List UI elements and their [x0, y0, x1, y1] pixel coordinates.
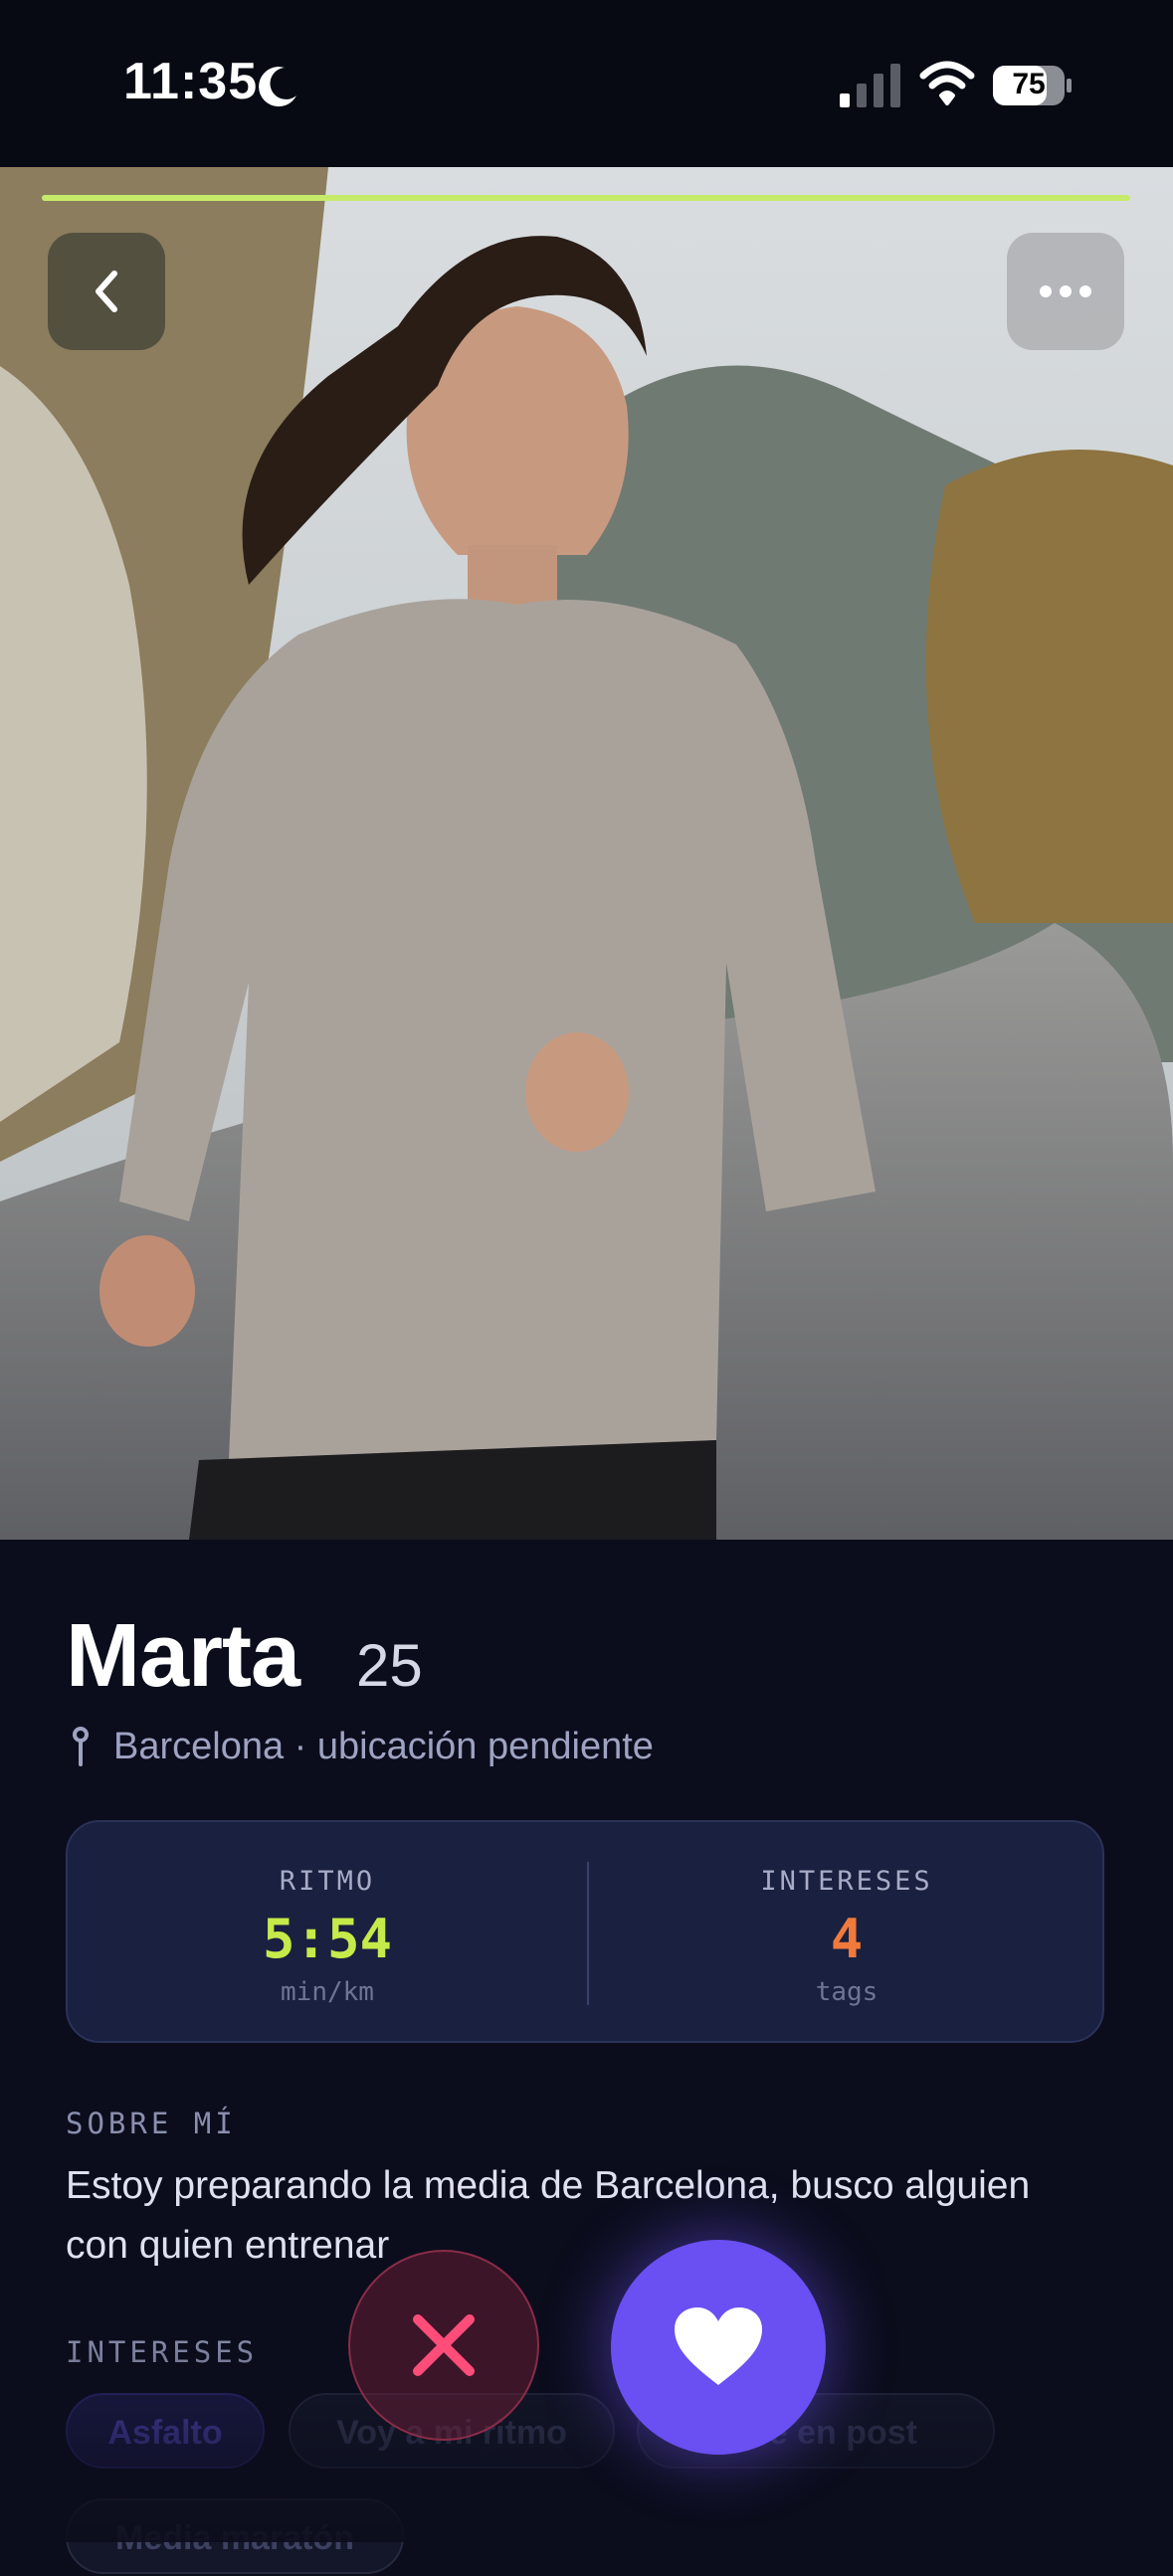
stat-unit: tags	[815, 1977, 879, 2007]
about-section-title: SOBRE MÍ	[66, 2107, 237, 2140]
chevron-left-icon	[96, 271, 117, 312]
interest-chip[interactable]: Media maratón	[66, 2498, 404, 2574]
pass-button[interactable]	[348, 2250, 539, 2441]
wifi-icon	[919, 61, 975, 105]
profile-name: Marta	[66, 1606, 300, 1706]
battery-icon: 75	[993, 66, 1073, 105]
profile-age: 25	[356, 1632, 423, 1699]
photo-progress-fill	[42, 195, 1130, 201]
status-time: 11:35	[123, 53, 259, 110]
more-horizontal-icon	[1040, 285, 1091, 297]
moon-icon	[259, 67, 296, 107]
stat-unit: min/km	[281, 1977, 374, 2007]
battery-level: 75	[1012, 68, 1046, 100]
profile-photo[interactable]	[0, 167, 1173, 1540]
stat-label: INTERESES	[760, 1866, 933, 1897]
pin-icon	[73, 1727, 89, 1766]
status-bar: 11:35 75	[0, 0, 1173, 167]
stats-card: RITMO 5:54 min/km INTERESES 4 tags	[66, 1820, 1104, 2043]
close-icon	[413, 2314, 475, 2376]
stat-value: 5:54	[262, 1908, 393, 1970]
back-button[interactable]	[48, 233, 165, 350]
runner-photo-illustration	[0, 167, 1173, 1540]
interest-chip[interactable]: Asfalto	[66, 2393, 265, 2469]
stat-pace: RITMO 5:54 min/km	[68, 1822, 587, 2041]
about-text: Estoy preparando la media de Barcelona, …	[66, 2164, 1031, 2267]
profile-location: Barcelona · ubicación pendiente	[66, 1725, 654, 1768]
photo-progress-bar	[42, 195, 1130, 201]
like-button[interactable]	[611, 2240, 826, 2455]
stat-label: RITMO	[279, 1866, 376, 1897]
stat-value: 4	[830, 1908, 864, 1970]
location-text: Barcelona · ubicación pendiente	[113, 1725, 654, 1767]
cellular-signal-icon	[840, 64, 900, 107]
more-options-button[interactable]	[1007, 233, 1124, 350]
interests-section-title: INTERESES	[66, 2335, 259, 2369]
stat-interests: INTERESES 4 tags	[587, 1822, 1106, 2041]
heart-icon	[675, 2307, 762, 2385]
